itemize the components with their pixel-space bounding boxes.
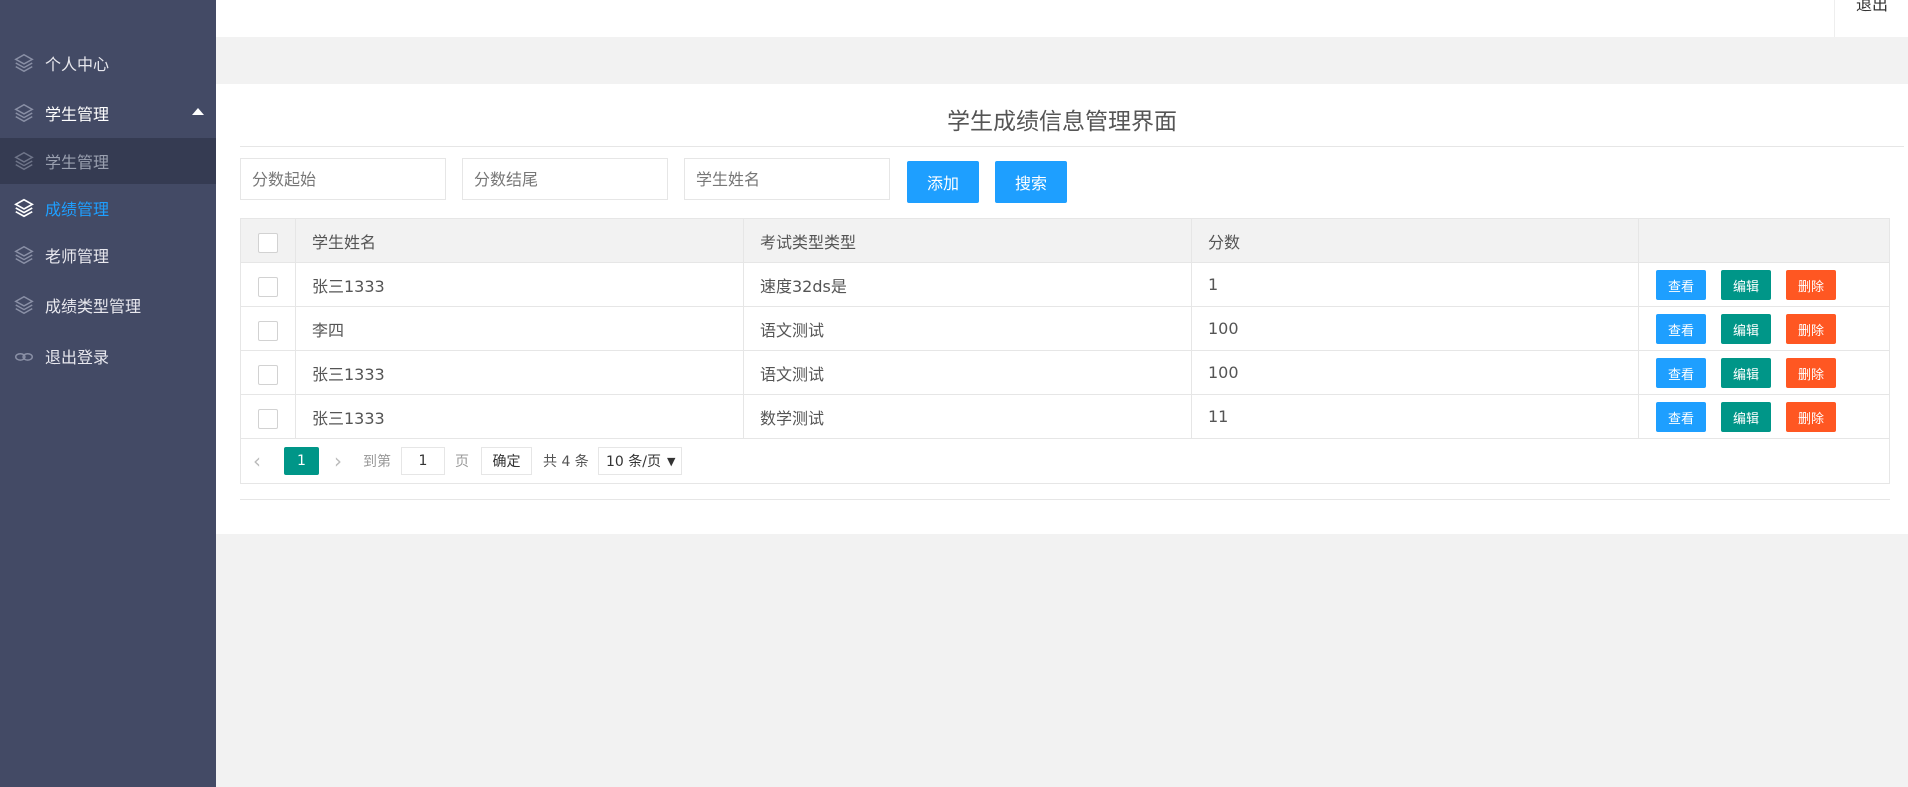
goto-label: 到第 xyxy=(363,454,391,470)
page-title: 学生成绩信息管理界面 xyxy=(947,109,1177,135)
top-header: 退出 xyxy=(216,0,1908,37)
row-select-cell xyxy=(241,263,296,306)
table-row: 张三1333 速度32ds是 1 查看 编辑 删除 xyxy=(241,263,1889,307)
view-button[interactable]: 查看 xyxy=(1656,270,1706,300)
view-button[interactable]: 查看 xyxy=(1656,358,1706,388)
layers-icon xyxy=(13,244,35,266)
chevron-down-icon: ▼ xyxy=(666,454,676,468)
add-button[interactable]: 添加 xyxy=(907,161,979,203)
table-row: 李四 语文测试 100 查看 编辑 删除 xyxy=(241,307,1889,351)
sidebar-item-student-management[interactable]: 学生管理 xyxy=(0,88,216,137)
sidebar-item-label: 学生管理 xyxy=(45,104,110,124)
sidebar-item-label: 成绩管理 xyxy=(45,199,110,219)
row-select-cell xyxy=(241,307,296,350)
pagination: ‹ 1 › 到第 1 页 确定 共 4 条 10 条/页 ▼ xyxy=(241,439,1889,483)
actions-cell: 查看 编辑 删除 xyxy=(1639,263,1889,306)
delete-button[interactable]: 删除 xyxy=(1786,270,1836,300)
row-checkbox[interactable] xyxy=(258,276,278,297)
student-name-cell: 张三1333 xyxy=(296,263,744,306)
row-checkbox[interactable] xyxy=(258,364,278,385)
sidebar-item-score-management[interactable]: 成绩管理 xyxy=(0,183,216,232)
layers-icon xyxy=(13,52,35,74)
exam-type-cell: 速度32ds是 xyxy=(744,263,1192,306)
layers-icon xyxy=(13,294,35,316)
score-cell: 11 xyxy=(1192,395,1639,438)
layers-icon xyxy=(13,102,35,124)
sidebar: 个人中心 学生管理 学生管理 成绩管理 老师管理 成绩类型管理 退出登录 xyxy=(0,0,216,787)
view-button[interactable]: 查看 xyxy=(1656,402,1706,432)
page-size-value: 10 条/页 xyxy=(606,454,661,470)
row-select-cell xyxy=(241,351,296,394)
layers-icon xyxy=(13,197,35,219)
total-count: 共 4 条 xyxy=(543,454,589,470)
divider xyxy=(240,146,1904,147)
table-row: 张三1333 数学测试 11 查看 编辑 删除 xyxy=(241,395,1889,439)
column-header-actions xyxy=(1639,219,1889,262)
page-size-select[interactable]: 10 条/页 ▼ xyxy=(598,447,682,475)
student-name-cell: 张三1333 xyxy=(296,395,744,438)
sidebar-item-logout[interactable]: 退出登录 xyxy=(0,331,216,380)
page-unit-label: 页 xyxy=(455,454,469,470)
goto-page-input[interactable]: 1 xyxy=(401,447,445,475)
exam-type-cell: 数学测试 xyxy=(744,395,1192,438)
score-end-input[interactable] xyxy=(462,158,668,200)
student-name-cell: 李四 xyxy=(296,307,744,350)
score-cell: 100 xyxy=(1192,351,1639,394)
layers-icon xyxy=(13,150,35,172)
delete-button[interactable]: 删除 xyxy=(1786,314,1836,344)
column-header[interactable]: 分数 xyxy=(1192,219,1639,262)
table-header-row: 学生姓名 考试类型类型 分数 xyxy=(241,219,1889,263)
sidebar-subitem-student-management[interactable]: 学生管理 xyxy=(0,138,216,184)
search-button[interactable]: 搜索 xyxy=(995,161,1067,203)
student-name-cell: 张三1333 xyxy=(296,351,744,394)
main-panel: 学生成绩信息管理界面 添加 搜索 学生姓名 考试类型类型 分数 张三1333 速… xyxy=(216,84,1908,534)
exam-type-cell: 语文测试 xyxy=(744,351,1192,394)
row-checkbox[interactable] xyxy=(258,320,278,341)
select-all-cell xyxy=(241,219,296,262)
sidebar-item-label: 成绩类型管理 xyxy=(45,296,142,316)
prev-page-icon[interactable]: ‹ xyxy=(253,447,261,475)
delete-button[interactable]: 删除 xyxy=(1786,402,1836,432)
sidebar-item-label: 学生管理 xyxy=(45,153,110,172)
goto-confirm-button[interactable]: 确定 xyxy=(481,447,532,475)
link-icon xyxy=(13,345,35,367)
sidebar-item-label: 老师管理 xyxy=(45,246,110,266)
score-start-input[interactable] xyxy=(240,158,446,200)
caret-up-icon xyxy=(192,108,204,115)
sidebar-item-label: 退出登录 xyxy=(45,347,110,367)
header-logout-button[interactable]: 退出 xyxy=(1834,0,1908,37)
actions-cell: 查看 编辑 删除 xyxy=(1639,307,1889,350)
current-page[interactable]: 1 xyxy=(284,447,319,475)
table-row: 张三1333 语文测试 100 查看 编辑 删除 xyxy=(241,351,1889,395)
edit-button[interactable]: 编辑 xyxy=(1721,358,1771,388)
exam-type-cell: 语文测试 xyxy=(744,307,1192,350)
select-all-checkbox[interactable] xyxy=(258,232,278,253)
score-cell: 1 xyxy=(1192,263,1639,306)
sidebar-item-label: 个人中心 xyxy=(45,54,110,74)
edit-button[interactable]: 编辑 xyxy=(1721,402,1771,432)
edit-button[interactable]: 编辑 xyxy=(1721,314,1771,344)
score-cell: 100 xyxy=(1192,307,1639,350)
header-logout-label: 退出 xyxy=(1856,0,1889,14)
edit-button[interactable]: 编辑 xyxy=(1721,270,1771,300)
actions-cell: 查看 编辑 删除 xyxy=(1639,395,1889,438)
row-checkbox[interactable] xyxy=(258,408,278,429)
actions-cell: 查看 编辑 删除 xyxy=(1639,351,1889,394)
score-table: 学生姓名 考试类型类型 分数 张三1333 速度32ds是 1 查看 编辑 删除… xyxy=(240,218,1890,484)
sidebar-item-score-type-management[interactable]: 成绩类型管理 xyxy=(0,280,216,329)
view-button[interactable]: 查看 xyxy=(1656,314,1706,344)
next-page-icon[interactable]: › xyxy=(334,447,342,475)
row-select-cell xyxy=(241,395,296,438)
sidebar-item-teacher-management[interactable]: 老师管理 xyxy=(0,230,216,279)
column-header[interactable]: 考试类型类型 xyxy=(744,219,1192,262)
delete-button[interactable]: 删除 xyxy=(1786,358,1836,388)
sidebar-item-personal-center[interactable]: 个人中心 xyxy=(0,38,216,87)
student-name-input[interactable] xyxy=(684,158,890,200)
divider xyxy=(240,499,1890,500)
column-header[interactable]: 学生姓名 xyxy=(296,219,744,262)
